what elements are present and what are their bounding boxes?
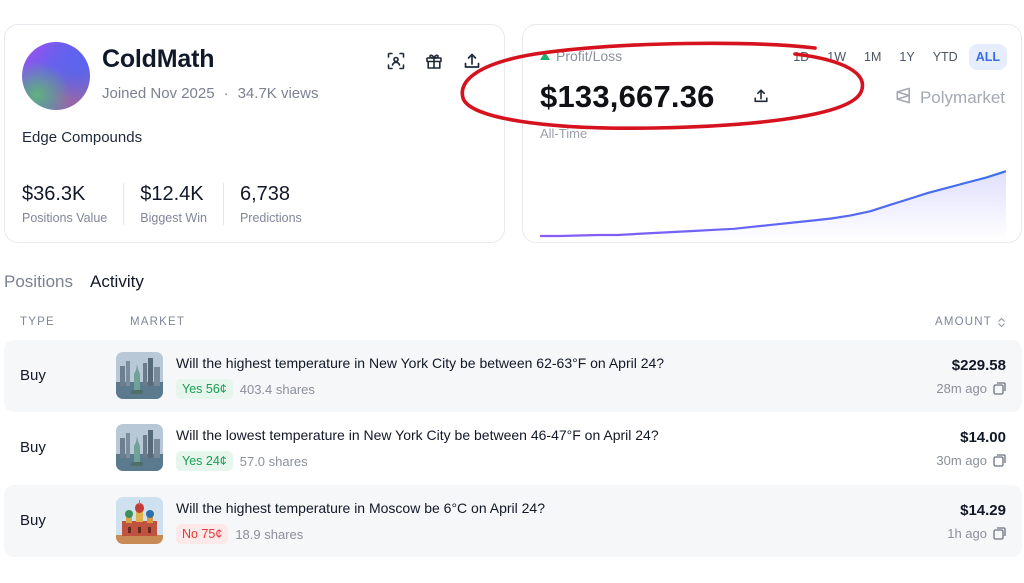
up-triangle-icon — [540, 52, 550, 60]
profile-card: ColdMath Joined Nov 2025 · 34.7K views Edg… — [4, 24, 505, 243]
brand-name: Polymarket — [919, 88, 1005, 107]
share-icon[interactable] — [461, 50, 482, 71]
profile-actions — [385, 50, 482, 71]
table-row[interactable]: Buy Will the highest temperature in New … — [4, 340, 1022, 412]
stat-label: Predictions — [239, 211, 302, 225]
position-details: No 75¢ 18.9 shares — [176, 524, 303, 544]
stat-value: $36.3K — [22, 183, 86, 205]
range-all[interactable]: ALL — [968, 44, 1007, 70]
external-link-icon[interactable] — [993, 527, 1006, 540]
profile-stats: $36.3K Positions Value $12.4K Biggest Wi… — [22, 183, 334, 225]
time-range-selector: 1D 1W 1M 1Y YTD ALL — [786, 44, 1007, 70]
column-header-amount[interactable]: AMOUNT — [935, 316, 1006, 328]
trade-type: Buy — [20, 367, 46, 384]
tab-activity[interactable]: Activity — [90, 272, 144, 292]
timestamp: 30m ago — [936, 453, 987, 468]
tab-bar: Positions Activity — [4, 272, 144, 292]
username: ColdMath — [102, 45, 215, 73]
meta-separator: · — [223, 85, 229, 102]
range-1m[interactable]: 1M — [857, 44, 888, 70]
stat-label: Biggest Win — [140, 211, 207, 225]
market-thumbnail-nyc[interactable] — [116, 352, 163, 399]
share-count: 57.0 shares — [239, 453, 308, 469]
trade-amount: $14.29 — [960, 502, 1006, 519]
polymarket-brand: Polymarket — [894, 86, 1005, 110]
stat-biggest-win: $12.4K Biggest Win — [140, 183, 224, 225]
stat-label: Positions Value — [22, 211, 108, 225]
stat-value: 6,738 — [239, 183, 291, 205]
period-label: All-Time — [540, 126, 588, 141]
pnl-amount: $133,667.36 — [540, 79, 715, 114]
stat-predictions: 6,738 Predictions — [240, 183, 318, 225]
stat-positions-value: $36.3K Positions Value — [22, 183, 125, 225]
external-link-icon[interactable] — [993, 382, 1006, 395]
market-thumbnail-nyc[interactable] — [116, 424, 163, 471]
outcome-badge: No 75¢ — [176, 524, 229, 544]
trade-amount: $229.58 — [951, 357, 1006, 374]
share-count: 18.9 shares — [235, 526, 304, 542]
position-details: Yes 56¢ 403.4 shares — [176, 379, 315, 399]
timestamp: 1h ago — [947, 526, 987, 541]
trade-type: Buy — [20, 512, 46, 529]
trade-time: 30m ago — [936, 453, 1006, 468]
trade-time: 1h ago — [947, 526, 1006, 541]
external-link-icon[interactable] — [993, 454, 1006, 467]
column-header-label: AMOUNT — [934, 316, 992, 328]
range-1w[interactable]: 1W — [820, 44, 853, 70]
pnl-label: Profit/Loss — [556, 48, 623, 64]
range-ytd[interactable]: YTD — [926, 44, 965, 70]
table-row[interactable]: Buy Will the highest temperature in Mosc… — [4, 485, 1022, 557]
outcome-badge: Yes 24¢ — [176, 451, 233, 471]
share-count: 403.4 shares — [239, 381, 315, 397]
trade-type: Buy — [20, 439, 46, 456]
pnl-chart — [540, 170, 1006, 240]
market-thumbnail-moscow[interactable] — [116, 497, 163, 544]
tab-positions[interactable]: Positions — [4, 272, 73, 292]
column-header-market: MARKET — [130, 316, 186, 328]
range-1d[interactable]: 1D — [786, 44, 816, 70]
range-1y[interactable]: 1Y — [892, 44, 921, 70]
trade-time: 28m ago — [936, 381, 1006, 396]
timestamp: 28m ago — [936, 381, 987, 396]
profile-bio: Edge Compounds — [22, 129, 143, 146]
scan-icon[interactable] — [385, 50, 406, 71]
pnl-label-row: Profit/Loss — [540, 48, 622, 64]
joined-date: Joined Nov 2025 — [102, 85, 215, 102]
trade-amount: $14.00 — [960, 429, 1006, 446]
column-header-type: TYPE — [20, 316, 55, 328]
sort-icon — [998, 317, 1005, 327]
outcome-badge: Yes 56¢ — [176, 379, 233, 399]
market-title[interactable]: Will the lowest temperature in New York … — [176, 427, 659, 443]
view-count: 34.7K views — [237, 85, 319, 102]
position-details: Yes 24¢ 57.0 shares — [176, 451, 308, 471]
table-row[interactable]: Buy Will the lowest temperature in New Y… — [4, 412, 1022, 484]
chart-area — [540, 171, 1006, 240]
table-header: TYPE MARKET AMOUNT — [4, 316, 1022, 332]
avatar[interactable] — [22, 42, 90, 110]
share-icon[interactable] — [753, 88, 769, 109]
market-title[interactable]: Will the highest temperature in New York… — [176, 355, 664, 371]
profile-meta: Joined Nov 2025 · 34.7K views — [102, 85, 318, 102]
market-title[interactable]: Will the highest temperature in Moscow b… — [176, 500, 545, 516]
gift-icon[interactable] — [423, 50, 444, 71]
stat-value: $12.4K — [140, 183, 204, 205]
pnl-card: Profit/Loss 1D 1W 1M 1Y YTD ALL $133,667… — [522, 24, 1022, 243]
polymarket-logo-icon — [894, 86, 913, 110]
